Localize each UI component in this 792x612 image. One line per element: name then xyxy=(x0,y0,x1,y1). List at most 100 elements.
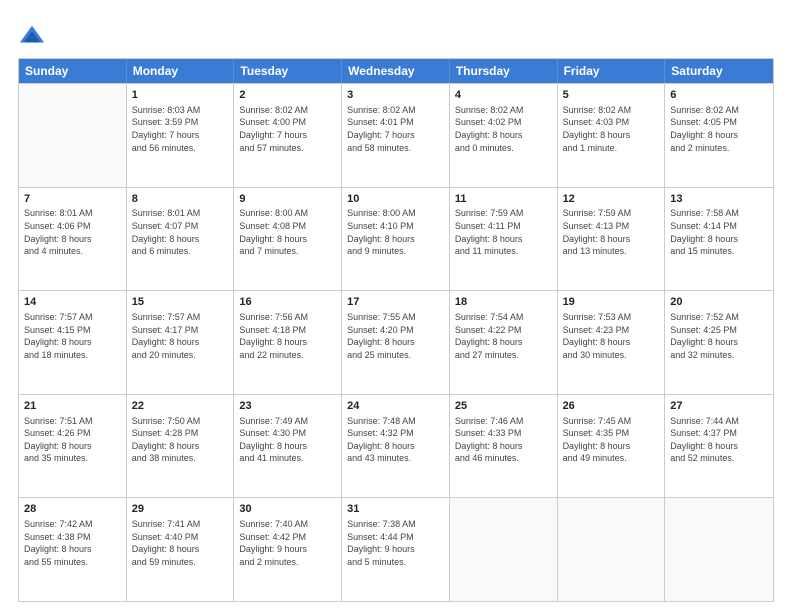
calendar-cell: 1Sunrise: 8:03 AM Sunset: 3:59 PM Daylig… xyxy=(127,84,235,187)
calendar-cell: 13Sunrise: 7:58 AM Sunset: 4:14 PM Dayli… xyxy=(665,188,773,291)
day-number: 1 xyxy=(132,88,229,103)
day-info: Sunrise: 7:52 AM Sunset: 4:25 PM Dayligh… xyxy=(670,311,768,361)
calendar-header-row: SundayMondayTuesdayWednesdayThursdayFrid… xyxy=(19,59,773,83)
calendar-row: 28Sunrise: 7:42 AM Sunset: 4:38 PM Dayli… xyxy=(19,497,773,601)
day-number: 27 xyxy=(670,399,768,414)
day-number: 14 xyxy=(24,295,121,310)
day-info: Sunrise: 8:02 AM Sunset: 4:03 PM Dayligh… xyxy=(563,104,660,154)
calendar-cell: 11Sunrise: 7:59 AM Sunset: 4:11 PM Dayli… xyxy=(450,188,558,291)
day-info: Sunrise: 7:41 AM Sunset: 4:40 PM Dayligh… xyxy=(132,518,229,568)
calendar-cell: 2Sunrise: 8:02 AM Sunset: 4:00 PM Daylig… xyxy=(234,84,342,187)
calendar-cell: 7Sunrise: 8:01 AM Sunset: 4:06 PM Daylig… xyxy=(19,188,127,291)
day-info: Sunrise: 7:50 AM Sunset: 4:28 PM Dayligh… xyxy=(132,415,229,465)
day-info: Sunrise: 7:38 AM Sunset: 4:44 PM Dayligh… xyxy=(347,518,444,568)
calendar-cell xyxy=(558,498,666,601)
day-number: 19 xyxy=(563,295,660,310)
day-info: Sunrise: 8:01 AM Sunset: 4:06 PM Dayligh… xyxy=(24,207,121,257)
day-number: 28 xyxy=(24,502,121,517)
calendar-cell: 9Sunrise: 8:00 AM Sunset: 4:08 PM Daylig… xyxy=(234,188,342,291)
day-number: 9 xyxy=(239,192,336,207)
calendar-cell: 26Sunrise: 7:45 AM Sunset: 4:35 PM Dayli… xyxy=(558,395,666,498)
day-info: Sunrise: 8:02 AM Sunset: 4:02 PM Dayligh… xyxy=(455,104,552,154)
day-info: Sunrise: 7:48 AM Sunset: 4:32 PM Dayligh… xyxy=(347,415,444,465)
calendar-cell: 21Sunrise: 7:51 AM Sunset: 4:26 PM Dayli… xyxy=(19,395,127,498)
day-number: 29 xyxy=(132,502,229,517)
day-info: Sunrise: 7:57 AM Sunset: 4:15 PM Dayligh… xyxy=(24,311,121,361)
day-number: 20 xyxy=(670,295,768,310)
day-info: Sunrise: 8:01 AM Sunset: 4:07 PM Dayligh… xyxy=(132,207,229,257)
day-info: Sunrise: 7:42 AM Sunset: 4:38 PM Dayligh… xyxy=(24,518,121,568)
calendar-cell: 19Sunrise: 7:53 AM Sunset: 4:23 PM Dayli… xyxy=(558,291,666,394)
day-number: 23 xyxy=(239,399,336,414)
calendar-cell xyxy=(665,498,773,601)
day-number: 15 xyxy=(132,295,229,310)
calendar-cell: 23Sunrise: 7:49 AM Sunset: 4:30 PM Dayli… xyxy=(234,395,342,498)
calendar-header-cell: Tuesday xyxy=(234,59,342,83)
day-number: 16 xyxy=(239,295,336,310)
day-info: Sunrise: 8:03 AM Sunset: 3:59 PM Dayligh… xyxy=(132,104,229,154)
calendar-cell: 4Sunrise: 8:02 AM Sunset: 4:02 PM Daylig… xyxy=(450,84,558,187)
day-info: Sunrise: 7:57 AM Sunset: 4:17 PM Dayligh… xyxy=(132,311,229,361)
day-info: Sunrise: 7:51 AM Sunset: 4:26 PM Dayligh… xyxy=(24,415,121,465)
calendar-cell xyxy=(450,498,558,601)
day-info: Sunrise: 7:59 AM Sunset: 4:11 PM Dayligh… xyxy=(455,207,552,257)
page: SundayMondayTuesdayWednesdayThursdayFrid… xyxy=(0,0,792,612)
calendar-header-cell: Friday xyxy=(558,59,666,83)
day-info: Sunrise: 7:59 AM Sunset: 4:13 PM Dayligh… xyxy=(563,207,660,257)
day-number: 2 xyxy=(239,88,336,103)
day-number: 5 xyxy=(563,88,660,103)
day-number: 10 xyxy=(347,192,444,207)
day-number: 12 xyxy=(563,192,660,207)
day-info: Sunrise: 8:02 AM Sunset: 4:05 PM Dayligh… xyxy=(670,104,768,154)
day-number: 26 xyxy=(563,399,660,414)
day-info: Sunrise: 7:40 AM Sunset: 4:42 PM Dayligh… xyxy=(239,518,336,568)
day-number: 22 xyxy=(132,399,229,414)
day-number: 17 xyxy=(347,295,444,310)
calendar-cell: 27Sunrise: 7:44 AM Sunset: 4:37 PM Dayli… xyxy=(665,395,773,498)
calendar-cell: 25Sunrise: 7:46 AM Sunset: 4:33 PM Dayli… xyxy=(450,395,558,498)
day-number: 18 xyxy=(455,295,552,310)
calendar-cell: 24Sunrise: 7:48 AM Sunset: 4:32 PM Dayli… xyxy=(342,395,450,498)
logo-icon xyxy=(18,22,46,50)
day-number: 7 xyxy=(24,192,121,207)
day-info: Sunrise: 8:02 AM Sunset: 4:00 PM Dayligh… xyxy=(239,104,336,154)
day-info: Sunrise: 7:49 AM Sunset: 4:30 PM Dayligh… xyxy=(239,415,336,465)
calendar-header-cell: Monday xyxy=(127,59,235,83)
calendar-header-cell: Saturday xyxy=(665,59,773,83)
day-number: 21 xyxy=(24,399,121,414)
day-number: 4 xyxy=(455,88,552,103)
calendar: SundayMondayTuesdayWednesdayThursdayFrid… xyxy=(18,58,774,602)
calendar-cell: 8Sunrise: 8:01 AM Sunset: 4:07 PM Daylig… xyxy=(127,188,235,291)
day-info: Sunrise: 7:53 AM Sunset: 4:23 PM Dayligh… xyxy=(563,311,660,361)
calendar-cell: 30Sunrise: 7:40 AM Sunset: 4:42 PM Dayli… xyxy=(234,498,342,601)
calendar-row: 14Sunrise: 7:57 AM Sunset: 4:15 PM Dayli… xyxy=(19,290,773,394)
day-number: 30 xyxy=(239,502,336,517)
calendar-header-cell: Thursday xyxy=(450,59,558,83)
calendar-cell: 16Sunrise: 7:56 AM Sunset: 4:18 PM Dayli… xyxy=(234,291,342,394)
calendar-cell: 29Sunrise: 7:41 AM Sunset: 4:40 PM Dayli… xyxy=(127,498,235,601)
day-info: Sunrise: 7:54 AM Sunset: 4:22 PM Dayligh… xyxy=(455,311,552,361)
day-info: Sunrise: 8:00 AM Sunset: 4:10 PM Dayligh… xyxy=(347,207,444,257)
calendar-cell: 12Sunrise: 7:59 AM Sunset: 4:13 PM Dayli… xyxy=(558,188,666,291)
calendar-row: 21Sunrise: 7:51 AM Sunset: 4:26 PM Dayli… xyxy=(19,394,773,498)
day-number: 25 xyxy=(455,399,552,414)
calendar-header-cell: Sunday xyxy=(19,59,127,83)
calendar-cell: 15Sunrise: 7:57 AM Sunset: 4:17 PM Dayli… xyxy=(127,291,235,394)
calendar-header-cell: Wednesday xyxy=(342,59,450,83)
calendar-body: 1Sunrise: 8:03 AM Sunset: 3:59 PM Daylig… xyxy=(19,83,773,601)
header xyxy=(18,18,774,50)
calendar-cell xyxy=(19,84,127,187)
calendar-cell: 18Sunrise: 7:54 AM Sunset: 4:22 PM Dayli… xyxy=(450,291,558,394)
calendar-cell: 17Sunrise: 7:55 AM Sunset: 4:20 PM Dayli… xyxy=(342,291,450,394)
day-number: 31 xyxy=(347,502,444,517)
calendar-cell: 20Sunrise: 7:52 AM Sunset: 4:25 PM Dayli… xyxy=(665,291,773,394)
day-info: Sunrise: 8:02 AM Sunset: 4:01 PM Dayligh… xyxy=(347,104,444,154)
day-number: 6 xyxy=(670,88,768,103)
day-info: Sunrise: 7:44 AM Sunset: 4:37 PM Dayligh… xyxy=(670,415,768,465)
day-info: Sunrise: 7:55 AM Sunset: 4:20 PM Dayligh… xyxy=(347,311,444,361)
calendar-cell: 3Sunrise: 8:02 AM Sunset: 4:01 PM Daylig… xyxy=(342,84,450,187)
day-number: 8 xyxy=(132,192,229,207)
day-info: Sunrise: 7:58 AM Sunset: 4:14 PM Dayligh… xyxy=(670,207,768,257)
day-number: 11 xyxy=(455,192,552,207)
day-number: 3 xyxy=(347,88,444,103)
